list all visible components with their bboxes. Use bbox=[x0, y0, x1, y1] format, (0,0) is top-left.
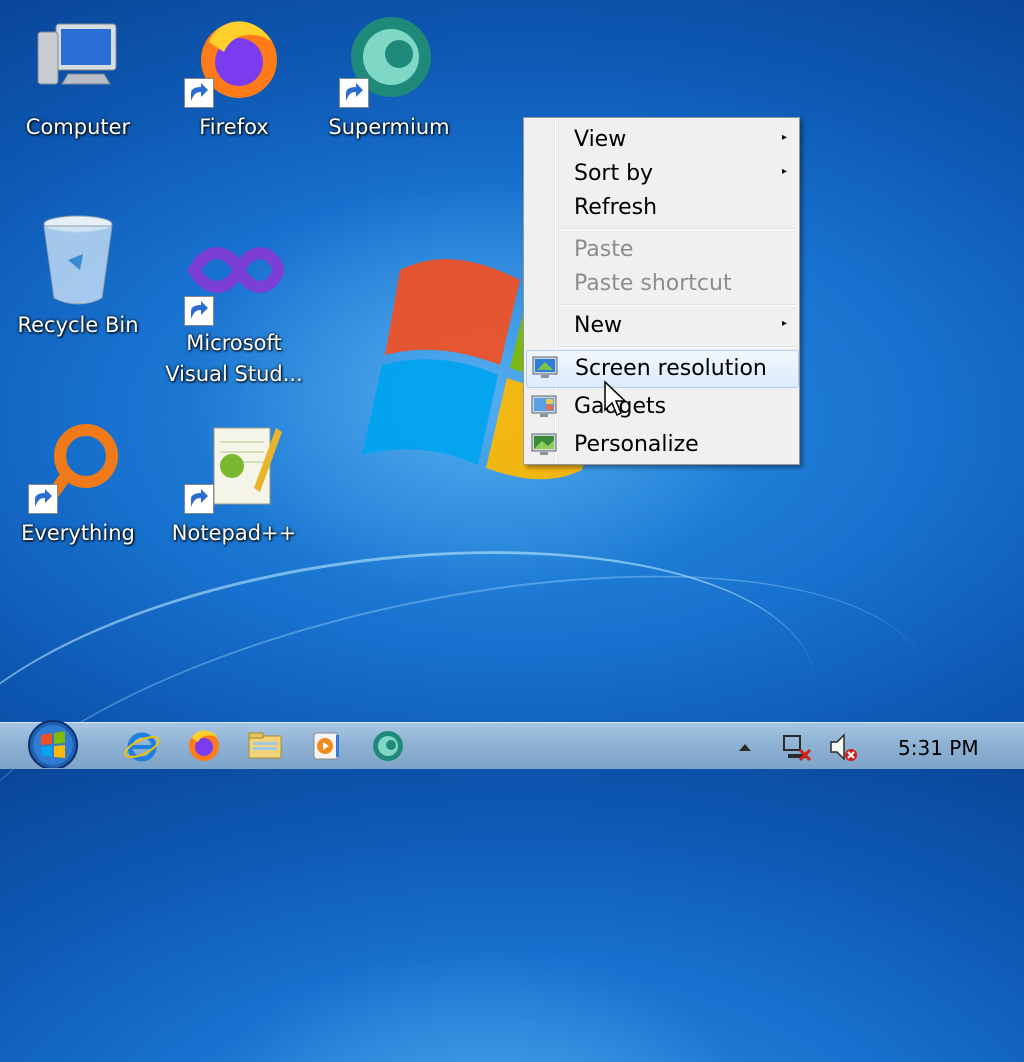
menu-item-paste-shortcut[interactable]: Paste shortcut bbox=[526, 267, 797, 301]
menu-item-paste[interactable]: Paste bbox=[526, 233, 797, 267]
menu-item-personalize[interactable]: Personalize bbox=[526, 428, 797, 462]
desktop-icon-label: Supermium bbox=[328, 115, 450, 139]
desktop-context-menu: View ▸ Sort by ▸ Refresh Paste Paste sho… bbox=[523, 117, 800, 465]
personalize-icon bbox=[530, 431, 558, 459]
desktop-icon-notepad-plus-plus[interactable]: Notepad++ bbox=[159, 418, 309, 549]
menu-item-refresh[interactable]: Refresh bbox=[526, 191, 797, 225]
submenu-arrow-icon: ▸ bbox=[781, 166, 787, 177]
shortcut-arrow-icon bbox=[184, 78, 214, 108]
show-hidden-icons[interactable] bbox=[728, 730, 762, 764]
menu-item-gadgets[interactable]: Gadgets bbox=[526, 390, 797, 424]
shortcut-arrow-icon bbox=[339, 78, 369, 108]
menu-item-new[interactable]: New ▸ bbox=[526, 309, 797, 343]
menu-item-label: Personalize bbox=[574, 432, 699, 457]
supermium-icon bbox=[339, 12, 439, 112]
desktop-icon-label: Microsoft Visual Stud... bbox=[165, 331, 303, 386]
menu-item-label: Paste shortcut bbox=[574, 271, 732, 296]
menu-separator bbox=[558, 304, 796, 306]
desktop-icon-supermium[interactable]: Supermium bbox=[314, 12, 464, 143]
submenu-arrow-icon: ▸ bbox=[781, 318, 787, 329]
firefox-icon bbox=[184, 12, 284, 112]
monitor-icon bbox=[531, 354, 559, 382]
visual-studio-icon bbox=[184, 230, 286, 330]
desktop-icon-visual-studio[interactable]: Microsoft Visual Stud... bbox=[159, 230, 309, 390]
taskbar-clock[interactable]: 5:31 PM bbox=[898, 736, 979, 760]
everything-icon bbox=[28, 418, 128, 518]
menu-separator bbox=[558, 346, 796, 348]
desktop-icon-label: Computer bbox=[25, 115, 131, 139]
menu-item-label: New bbox=[574, 313, 622, 338]
menu-item-label: Sort by bbox=[574, 161, 654, 186]
menu-item-label: View bbox=[574, 127, 627, 152]
submenu-arrow-icon: ▸ bbox=[781, 132, 787, 143]
shortcut-arrow-icon bbox=[28, 484, 58, 514]
shortcut-arrow-icon bbox=[184, 484, 214, 514]
menu-item-label: Screen resolution bbox=[575, 356, 767, 381]
media-player-icon[interactable] bbox=[306, 726, 346, 766]
desktop-icon-label: Firefox bbox=[199, 115, 269, 139]
computer-icon bbox=[28, 12, 128, 112]
menu-item-screen-resolution[interactable]: Screen resolution bbox=[526, 350, 799, 388]
desktop-icon-label: Notepad++ bbox=[171, 521, 297, 545]
menu-item-view[interactable]: View ▸ bbox=[526, 123, 797, 157]
mouse-pointer-icon bbox=[604, 380, 627, 417]
start-button[interactable] bbox=[22, 716, 84, 768]
desktop-icon-label: Recycle Bin bbox=[17, 313, 139, 337]
supermium-icon[interactable] bbox=[368, 726, 408, 766]
desktop-icon-firefox[interactable]: Firefox bbox=[159, 12, 309, 143]
notepad-plus-plus-icon bbox=[184, 418, 284, 518]
menu-separator bbox=[558, 228, 796, 230]
shortcut-arrow-icon bbox=[184, 296, 214, 326]
menu-item-label: Paste bbox=[574, 237, 634, 262]
recycle-bin-icon bbox=[28, 210, 128, 310]
gadgets-icon bbox=[530, 393, 558, 421]
network-disconnected-icon[interactable] bbox=[780, 730, 814, 764]
firefox-icon[interactable] bbox=[184, 726, 224, 766]
menu-item-sort-by[interactable]: Sort by ▸ bbox=[526, 157, 797, 191]
desktop-icon-computer[interactable]: Computer bbox=[3, 12, 153, 143]
volume-muted-icon[interactable] bbox=[826, 730, 860, 764]
file-explorer-icon[interactable] bbox=[245, 726, 285, 766]
menu-item-label: Refresh bbox=[574, 195, 658, 220]
desktop-icon-everything[interactable]: Everything bbox=[3, 418, 153, 549]
desktop-icon-recycle-bin[interactable]: Recycle Bin bbox=[3, 210, 153, 341]
internet-explorer-icon[interactable] bbox=[122, 726, 162, 766]
desktop-icon-label: Everything bbox=[21, 521, 135, 545]
